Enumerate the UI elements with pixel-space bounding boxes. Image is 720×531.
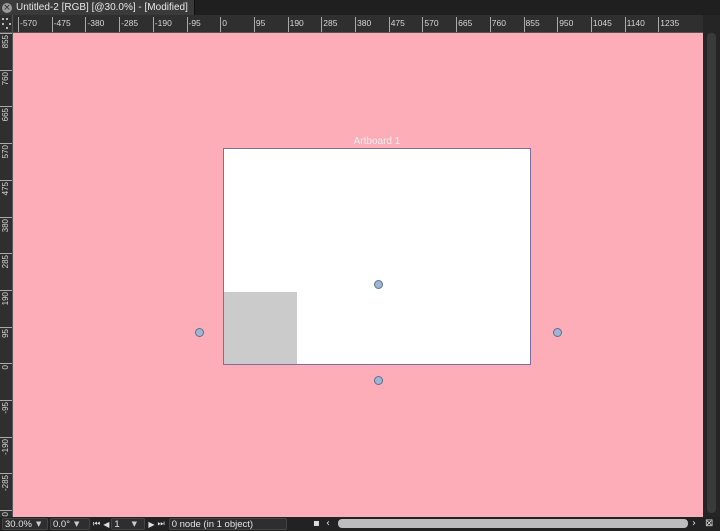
document-tab-bar: × Untitled-2 [RGB] [@30.0%] - [Modified] [0,0,720,15]
zoom-value: 30.0% [5,518,32,530]
page-value: 1 [114,518,120,530]
last-page-icon[interactable]: ⏭ [158,519,165,529]
artboard-right-handle[interactable] [553,328,562,337]
chevron-down-icon: ▼ [35,520,42,528]
zoom-select[interactable]: 30.0% ▼ [2,518,48,530]
document-tab[interactable]: × Untitled-2 [RGB] [@30.0%] - [Modified] [0,0,195,15]
vertical-scrollbar-thumb[interactable] [707,33,716,513]
artboard[interactable] [223,148,531,365]
chevron-down-icon: ▼ [74,520,80,528]
vertical-scrollbar[interactable] [703,15,720,517]
page-select[interactable]: 1 ▼ [111,518,146,530]
gray-rectangle-shape[interactable] [224,292,297,364]
document-tab-title: Untitled-2 [RGB] [@30.0%] - [Modified] [16,2,188,13]
artboard-left-handle[interactable] [195,328,204,337]
selection-info: 0 node (in 1 object) [168,518,287,530]
canvas[interactable]: Artboard 1 [13,33,703,517]
selection-text: 0 node (in 1 object) [171,518,254,530]
scroll-left-icon[interactable]: ‹ [326,518,330,529]
ruler-origin-corner[interactable] [0,15,13,33]
lock-icon[interactable]: ▪ [313,518,320,529]
first-page-icon[interactable]: ⏮ [93,519,100,529]
horizontal-scrollbar-thumb[interactable] [338,519,688,528]
scroll-right-icon[interactable]: › [692,518,696,529]
status-bar: 30.0% ▼ 0.0° ▼ ⏮ ◀ 1 ▼ ▶ ⏭ 0 node (in 1 … [0,517,720,531]
fit-view-icon[interactable]: ⊠ [705,518,713,529]
chevron-down-icon: ▼ [131,520,138,528]
horizontal-ruler[interactable]: -570 -475 -380 -285 -190 -95 0 95 190 285 380 475 57… [13,15,703,33]
previous-page-icon[interactable]: ◀ [103,520,109,529]
artboard-center-handle[interactable] [374,280,383,289]
artboard-label[interactable]: Artboard 1 [223,136,531,147]
close-icon[interactable]: × [2,2,12,13]
artboard-bottom-handle[interactable] [374,376,383,385]
rotation-value: 0.0° [53,518,71,530]
next-page-icon[interactable]: ▶ [148,520,154,529]
vertical-ruler[interactable]: 855760665570475380285190950-95-190-285-3… [0,33,13,517]
rotation-select[interactable]: 0.0° ▼ [50,518,90,530]
